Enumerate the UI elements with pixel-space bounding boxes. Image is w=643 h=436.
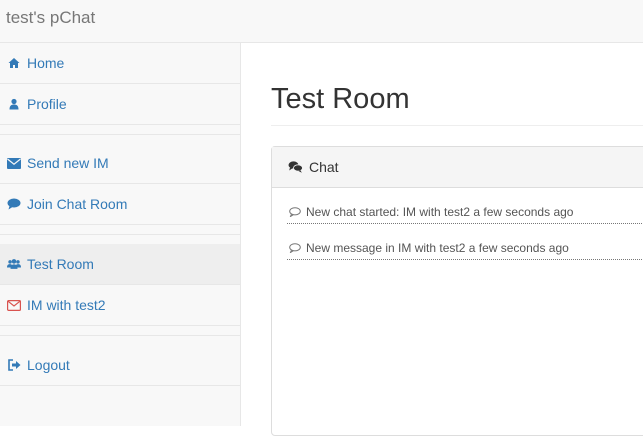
chat-panel: Chat New chat started: IM with test2 a f… [271,146,643,436]
sidebar-item-label: Send new IM [27,155,109,171]
sidebar-item-home[interactable]: Home [0,43,240,84]
sidebar-item-logout[interactable]: Logout [0,345,240,386]
sidebar: Home Profile Send new IM Join Chat Room … [0,43,241,426]
sidebar-divider [0,125,240,135]
sidebar-divider [0,225,240,235]
sidebar-item-im-with-test2[interactable]: IM with test2 [0,285,240,326]
main-content: Test Room Chat New chat started: IM with… [241,43,643,436]
chat-message: New message in IM with test2 a few secon… [287,236,642,260]
sidebar-item-label: Test Room [27,256,94,272]
envelope-icon [7,156,21,170]
chat-message-text: New chat started: IM with test2 a few se… [306,204,574,219]
brand-title[interactable]: test's pChat [6,8,95,28]
logout-icon [7,358,21,372]
comment-outline-icon [289,206,301,217]
home-icon [7,56,21,70]
sidebar-item-send-new-im[interactable]: Send new IM [0,143,240,184]
chat-panel-heading: Chat [272,147,643,188]
envelope-outline-icon [7,298,21,312]
sidebar-item-label: IM with test2 [27,297,106,313]
sidebar-item-label: Profile [27,96,67,112]
sidebar-item-label: Home [27,55,65,71]
comment-icon [7,197,21,211]
sidebar-divider [0,326,240,336]
navbar: test's pChat [0,0,643,43]
comment-outline-icon [289,242,301,253]
chat-panel-title: Chat [309,159,339,175]
sidebar-item-join-chat-room[interactable]: Join Chat Room [0,184,240,225]
sidebar-item-profile[interactable]: Profile [0,84,240,125]
chat-message-text: New message in IM with test2 a few secon… [306,240,569,255]
sidebar-item-label: Logout [27,357,70,373]
user-icon [7,97,21,111]
title-divider [271,125,643,126]
comments-icon [288,161,303,173]
page-title: Test Room [271,83,410,115]
chat-message: New chat started: IM with test2 a few se… [287,200,642,224]
users-icon [7,257,21,271]
sidebar-item-test-room[interactable]: Test Room [0,244,240,285]
sidebar-item-label: Join Chat Room [27,196,128,212]
